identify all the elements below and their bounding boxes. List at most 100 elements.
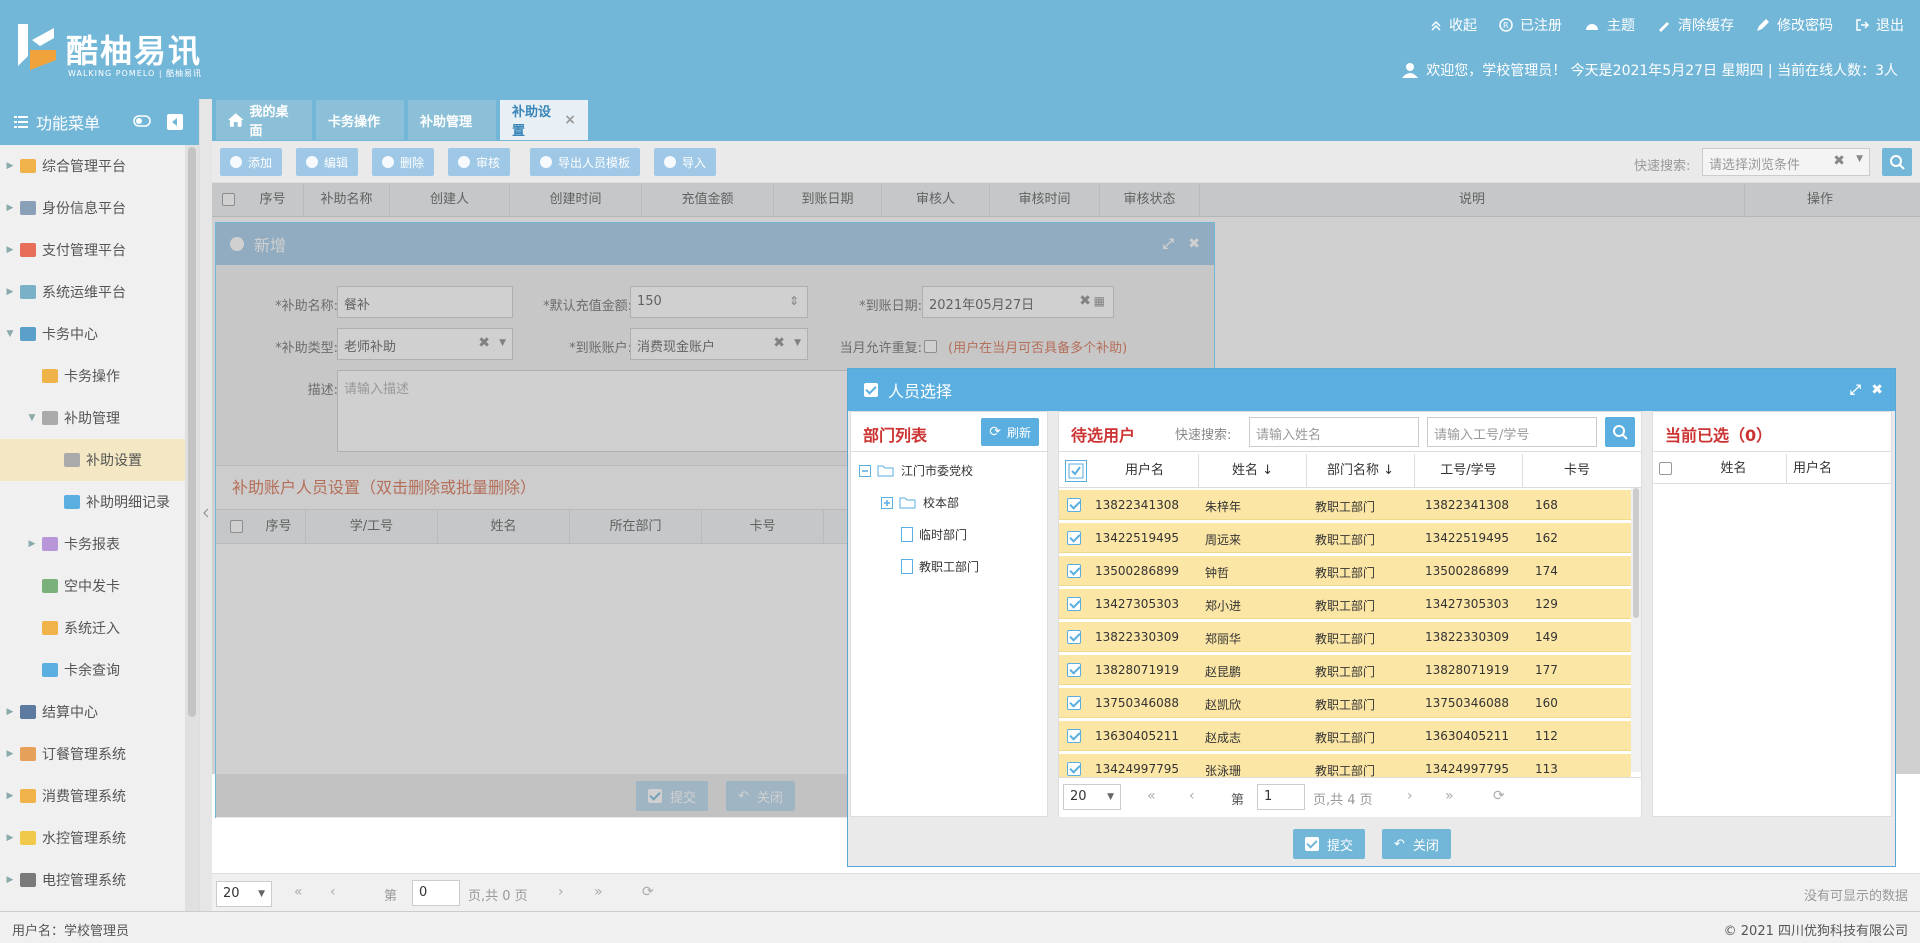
sidebar-item[interactable]: 补助明细记录 xyxy=(0,481,185,523)
users-column-header[interactable]: 姓名 ↓ xyxy=(1199,454,1307,488)
name-search-input[interactable]: 请输入姓名 xyxy=(1249,417,1419,447)
caret-right-icon[interactable]: ▶ xyxy=(0,833,20,843)
sidebar-scroll-thumb[interactable] xyxy=(188,147,196,717)
users-column-header[interactable]: 工号/学号 xyxy=(1415,454,1523,488)
row-checkbox[interactable] xyxy=(1067,663,1081,677)
users-page-size-select[interactable]: 20 ▼ xyxy=(1063,784,1121,810)
sidebar-collapse-button[interactable] xyxy=(167,114,183,130)
selected-col-name[interactable]: 姓名 xyxy=(1681,454,1787,484)
clear-cache-link[interactable]: 清除缓存 xyxy=(1657,14,1734,36)
export-template-button[interactable]: 导出人员模板 xyxy=(530,148,641,176)
collapse-icon[interactable] xyxy=(859,464,871,477)
tab-close-icon[interactable]: × xyxy=(564,112,576,128)
tree-node-campus[interactable]: 校本部 xyxy=(881,494,959,511)
caret-right-icon[interactable]: ▶ xyxy=(0,875,20,885)
user-search-button[interactable] xyxy=(1605,417,1635,447)
import-button[interactable]: 导入 xyxy=(654,148,717,176)
sidebar-item[interactable]: 卡余查询 xyxy=(0,649,185,691)
add-button[interactable]: 添加 xyxy=(220,148,283,176)
caret-right-icon[interactable]: ▶ xyxy=(0,749,20,759)
page-number-input[interactable]: 0 xyxy=(412,880,460,906)
sidebar-item[interactable]: 空中发卡 xyxy=(0,565,185,607)
tree-node-temp[interactable]: 临时部门 xyxy=(901,526,967,543)
audit-button[interactable]: 审核 xyxy=(448,148,511,176)
tab-subsidy-mgmt[interactable]: 补助管理 xyxy=(408,100,496,140)
caret-down-icon[interactable]: ▼ xyxy=(22,413,42,423)
search-button[interactable] xyxy=(1882,148,1912,176)
caret-right-icon[interactable]: ▶ xyxy=(0,791,20,801)
user-row[interactable]: 13422519495 周远来 教职工部门 13422519495 162 xyxy=(1059,523,1631,553)
row-checkbox[interactable] xyxy=(1067,498,1081,512)
tab-desktop[interactable]: 我的桌面 xyxy=(216,100,312,140)
chevron-down-icon[interactable]: ▼ xyxy=(1856,154,1863,164)
last-page-icon[interactable]: » xyxy=(1445,788,1454,804)
users-column-header[interactable]: 卡号 xyxy=(1523,454,1631,488)
sidebar-item[interactable]: ▶ 结算中心 xyxy=(0,691,185,733)
caret-right-icon[interactable]: ▶ xyxy=(0,287,20,297)
close-icon[interactable]: ✖ xyxy=(1871,382,1883,398)
collapse-link[interactable]: 收起 xyxy=(1430,14,1477,36)
reload-icon[interactable]: ⟳ xyxy=(1493,788,1505,804)
sidebar-item[interactable]: ▶ 身份信息平台 xyxy=(0,187,185,229)
user-row[interactable]: 13828071919 赵昆鹏 教职工部门 13828071919 177 xyxy=(1059,655,1631,685)
sidebar-scrollbar[interactable] xyxy=(185,145,199,911)
registered-link[interactable]: R 已注册 xyxy=(1499,14,1562,36)
expand-icon[interactable] xyxy=(881,496,893,509)
sidebar-item[interactable]: ▶ 卡务报表 xyxy=(0,523,185,565)
row-checkbox[interactable] xyxy=(1067,696,1081,710)
sidebar-item[interactable]: ▶ 订餐管理系统 xyxy=(0,733,185,775)
caret-right-icon[interactable]: ▶ xyxy=(22,539,42,549)
select-submit-button[interactable]: 提交 xyxy=(1293,829,1366,859)
tree-node-root[interactable]: 江门市委党校 xyxy=(859,462,973,479)
users-page-number-input[interactable]: 1 xyxy=(1257,784,1305,810)
edit-button[interactable]: 编辑 xyxy=(296,148,359,176)
tab-card-ops[interactable]: 卡务操作 xyxy=(316,100,404,140)
sidebar-item[interactable]: ▶ 支付管理平台 xyxy=(0,229,185,271)
users-scroll-thumb[interactable] xyxy=(1633,488,1639,618)
tree-node-staff[interactable]: 教职工部门 xyxy=(901,558,979,575)
row-checkbox[interactable] xyxy=(1067,564,1081,578)
logout-link[interactable]: 退出 xyxy=(1855,14,1904,36)
user-row[interactable]: 13427305303 郑小进 教职工部门 13427305303 129 xyxy=(1059,589,1631,619)
quick-search-select[interactable]: 请选择浏览条件 ✖ ▼ xyxy=(1702,148,1870,176)
sidebar-item[interactable]: ▶ 水控管理系统 xyxy=(0,817,185,859)
row-checkbox[interactable] xyxy=(1067,597,1081,611)
row-checkbox[interactable] xyxy=(1067,762,1081,776)
caret-right-icon[interactable]: ▶ xyxy=(0,707,20,717)
next-page-icon[interactable]: › xyxy=(1407,788,1413,804)
caret-right-icon[interactable]: ▶ xyxy=(0,245,20,255)
caret-right-icon[interactable]: ▶ xyxy=(0,203,20,213)
user-row[interactable]: 13500286899 钟哲 教职工部门 13500286899 174 xyxy=(1059,556,1631,586)
sidebar-item[interactable]: ▶ 系统运维平台 xyxy=(0,271,185,313)
users-column-header[interactable]: 部门名称 ↓ xyxy=(1307,454,1415,488)
prev-page-icon[interactable]: ‹ xyxy=(1189,788,1195,804)
selected-col-username[interactable]: 用户名 xyxy=(1793,454,1832,484)
user-row[interactable]: 13822330309 郑丽华 教职工部门 13822330309 149 xyxy=(1059,622,1631,652)
clear-icon[interactable]: ✖ xyxy=(1833,153,1845,169)
id-search-input[interactable]: 请输入工号/学号 xyxy=(1427,417,1597,447)
users-column-header[interactable]: 用户名 xyxy=(1091,454,1199,488)
first-page-icon[interactable]: « xyxy=(1147,788,1156,804)
user-row[interactable]: 13630405211 赵成志 教职工部门 13630405211 112 xyxy=(1059,721,1631,751)
page-size-select[interactable]: 20 ▼ xyxy=(216,881,272,907)
toggle-icon[interactable] xyxy=(133,114,151,128)
reload-icon[interactable]: ⟳ xyxy=(642,884,654,900)
sidebar-splitter[interactable] xyxy=(200,99,212,911)
sidebar-item[interactable]: 系统迁入 xyxy=(0,607,185,649)
user-row[interactable]: 13750346088 赵凯欣 教职工部门 13750346088 160 xyxy=(1059,688,1631,718)
select-all-checkbox[interactable] xyxy=(1659,462,1672,475)
row-checkbox[interactable] xyxy=(1067,729,1081,743)
last-page-icon[interactable]: » xyxy=(594,884,603,900)
prev-page-icon[interactable]: ‹ xyxy=(330,884,336,900)
sidebar-item[interactable]: ▶ 消费管理系统 xyxy=(0,775,185,817)
sidebar-item[interactable]: ▼ 补助管理 xyxy=(0,397,185,439)
caret-right-icon[interactable]: ▶ xyxy=(0,161,20,171)
first-page-icon[interactable]: « xyxy=(294,884,303,900)
theme-link[interactable]: 主题 xyxy=(1584,14,1635,36)
delete-button[interactable]: 删除 xyxy=(372,148,435,176)
select-all-checkbox[interactable] xyxy=(1065,460,1087,482)
sidebar-item[interactable]: ▶ 综合管理平台 xyxy=(0,145,185,187)
change-password-link[interactable]: 修改密码 xyxy=(1756,14,1833,36)
next-page-icon[interactable]: › xyxy=(558,884,564,900)
refresh-button[interactable]: ⟳ 刷新 xyxy=(981,418,1039,446)
